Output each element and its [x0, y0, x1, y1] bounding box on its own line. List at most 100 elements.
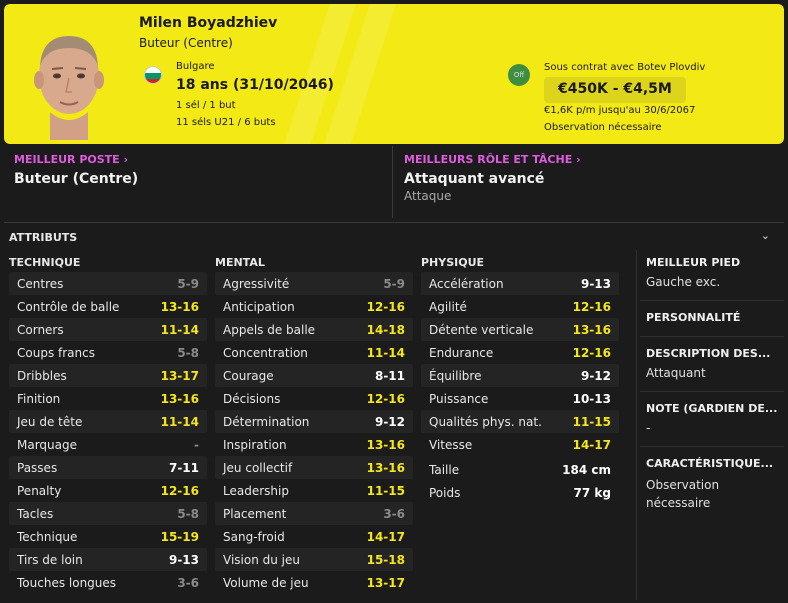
attribute-row[interactable]: Passes 7-11 [9, 456, 207, 479]
physical-info-value: 77 kg [573, 485, 611, 500]
attribute-row[interactable]: Agilité 12-16 [421, 295, 619, 318]
attribute-row[interactable]: Centres 5-9 [9, 272, 207, 295]
attribute-row[interactable]: Accélération 9-13 [421, 272, 619, 295]
attribute-value: 13-17 [366, 575, 405, 590]
attribute-name: Leadership [223, 483, 289, 498]
attribute-row[interactable]: Dribbles 13-17 [9, 364, 207, 387]
attribute-row[interactable]: Détente verticale 13-16 [421, 318, 619, 341]
attribute-value: 11-14 [160, 414, 199, 429]
attribute-value: 13-16 [160, 299, 199, 314]
attribute-value: 5-8 [177, 506, 199, 521]
side-divider [636, 250, 637, 600]
physical-info-row: Poids 77 kg [421, 481, 619, 504]
attribute-row[interactable]: Concentration 11-14 [215, 341, 413, 364]
attribute-row[interactable]: Endurance 12-16 [421, 341, 619, 364]
attribute-name: Contrôle de balle [17, 299, 120, 314]
attribute-row[interactable]: Tacles 5-8 [9, 502, 207, 525]
attribute-row[interactable]: Agressivité 5-9 [215, 272, 413, 295]
attribute-name: Volume de jeu [223, 575, 309, 590]
attribute-name: Vision du jeu [223, 552, 300, 567]
attribute-row[interactable]: Puissance 10-13 [421, 387, 619, 410]
player-nation[interactable]: Bulgare [176, 61, 215, 72]
attribute-name: Penalty [17, 483, 62, 498]
side-divider-line [640, 336, 784, 337]
player-portrait [34, 36, 104, 140]
attribute-name: Équilibre [429, 368, 482, 383]
preferred-foot-label: MEILLEUR PIED [646, 256, 741, 269]
club-badge-icon[interactable]: Off [508, 64, 530, 86]
attribute-row[interactable]: Leadership 11-15 [215, 479, 413, 502]
attribute-row[interactable]: Finition 13-16 [9, 387, 207, 410]
attribute-value: 13-16 [572, 322, 611, 337]
physical-info-name: Poids [429, 485, 461, 500]
attribute-name: Dribbles [17, 368, 67, 383]
attribute-value: 11-15 [572, 414, 611, 429]
attribute-name: Corners [17, 322, 64, 337]
attribute-row[interactable]: Anticipation 12-16 [215, 295, 413, 318]
attribute-name: Passes [17, 460, 58, 475]
technique-heading: TECHNIQUE [9, 256, 81, 269]
attribute-value: 12-16 [572, 345, 611, 360]
contract-status[interactable]: Sous contrat avec Botev Plovdiv [544, 62, 705, 73]
best-position-label[interactable]: MEILLEUR POSTE › [14, 153, 128, 166]
attribute-row[interactable]: Technique 15-19 [9, 525, 207, 548]
attribute-row[interactable]: Jeu de tête 11-14 [9, 410, 207, 433]
attribute-name: Centres [17, 276, 64, 291]
attribute-name: Agilité [429, 299, 467, 314]
attribute-row[interactable]: Inspiration 13-16 [215, 433, 413, 456]
attribute-value: 9-12 [374, 414, 405, 429]
attribute-row[interactable]: Tirs de loin 9-13 [9, 548, 207, 571]
attribute-row[interactable]: Courage 8-11 [215, 364, 413, 387]
physical-info-name: Taille [429, 462, 460, 477]
attribute-value: 13-16 [366, 437, 405, 452]
attribute-value: 5-9 [383, 276, 405, 291]
attribute-value: 12-16 [572, 299, 611, 314]
attribute-row[interactable]: Qualités phys. nat. 11-15 [421, 410, 619, 433]
attribute-name: Détermination [223, 414, 310, 429]
attributes-section-header[interactable]: ATTRIBUTS ⌄ [4, 222, 784, 250]
attribute-name: Courage [223, 368, 274, 383]
attribute-row[interactable]: Décisions 12-16 [215, 387, 413, 410]
attribute-value: 12-16 [366, 391, 405, 406]
scout-note: Observation nécessaire [544, 122, 662, 133]
attribute-value: 5-9 [177, 276, 199, 291]
player-u21-caps: 11 séls U21 / 6 buts [176, 117, 276, 128]
attribute-row[interactable]: Sang-froid 14-17 [215, 525, 413, 548]
attribute-row[interactable]: Contrôle de balle 13-16 [9, 295, 207, 318]
media-description-label: DESCRIPTION DES... [646, 347, 771, 360]
transfer-value[interactable]: €450K - €4,5M [544, 77, 686, 103]
attribute-value: 12-16 [366, 299, 405, 314]
club-badge-label: Off [513, 71, 525, 79]
physique-heading: PHYSIQUE [421, 256, 485, 269]
attribute-name: Endurance [429, 345, 494, 360]
attribute-row[interactable]: Appels de balle 14-18 [215, 318, 413, 341]
wage-info: €1,6K p/m jusqu'au 30/6/2067 [544, 105, 696, 116]
chevron-right-icon: › [576, 153, 581, 166]
attribute-row[interactable]: Penalty 12-16 [9, 479, 207, 502]
attribute-row[interactable]: Jeu collectif 13-16 [215, 456, 413, 479]
attribute-row[interactable]: Détermination 9-12 [215, 410, 413, 433]
attribute-row[interactable]: Équilibre 9-12 [421, 364, 619, 387]
player-position: Buteur (Centre) [139, 36, 233, 50]
attribute-row[interactable]: Volume de jeu 13-17 [215, 571, 413, 594]
attribute-value: 11-14 [366, 345, 405, 360]
chevron-down-icon[interactable]: ⌄ [761, 229, 770, 242]
attribute-row[interactable]: Vitesse 14-17 [421, 433, 619, 456]
attributes-title: ATTRIBUTS [9, 231, 78, 244]
attribute-row[interactable]: Coups francs 5-8 [9, 341, 207, 364]
attribute-name: Coups francs [17, 345, 95, 360]
best-position-panel[interactable]: MEILLEUR POSTE › Buteur (Centre) [4, 146, 393, 218]
attribute-row[interactable]: Touches longues 3-6 [9, 571, 207, 594]
attribute-name: Décisions [223, 391, 281, 406]
attribute-row[interactable]: Corners 11-14 [9, 318, 207, 341]
attribute-row[interactable]: Vision du jeu 15-18 [215, 548, 413, 571]
best-role-panel[interactable]: MEILLEURS RÔLE ET TÂCHE › Attaquant avan… [394, 146, 784, 218]
traits-label: CARACTÉRISTIQUE... [646, 457, 774, 470]
physical-info-row: Taille 184 cm [421, 458, 619, 481]
attribute-value: 13-17 [160, 368, 199, 383]
attribute-row[interactable]: Marquage - [9, 433, 207, 456]
attribute-name: Jeu de tête [17, 414, 83, 429]
attribute-name: Inspiration [223, 437, 287, 452]
best-role-label[interactable]: MEILLEURS RÔLE ET TÂCHE › [404, 153, 581, 166]
attribute-row[interactable]: Placement 3-6 [215, 502, 413, 525]
